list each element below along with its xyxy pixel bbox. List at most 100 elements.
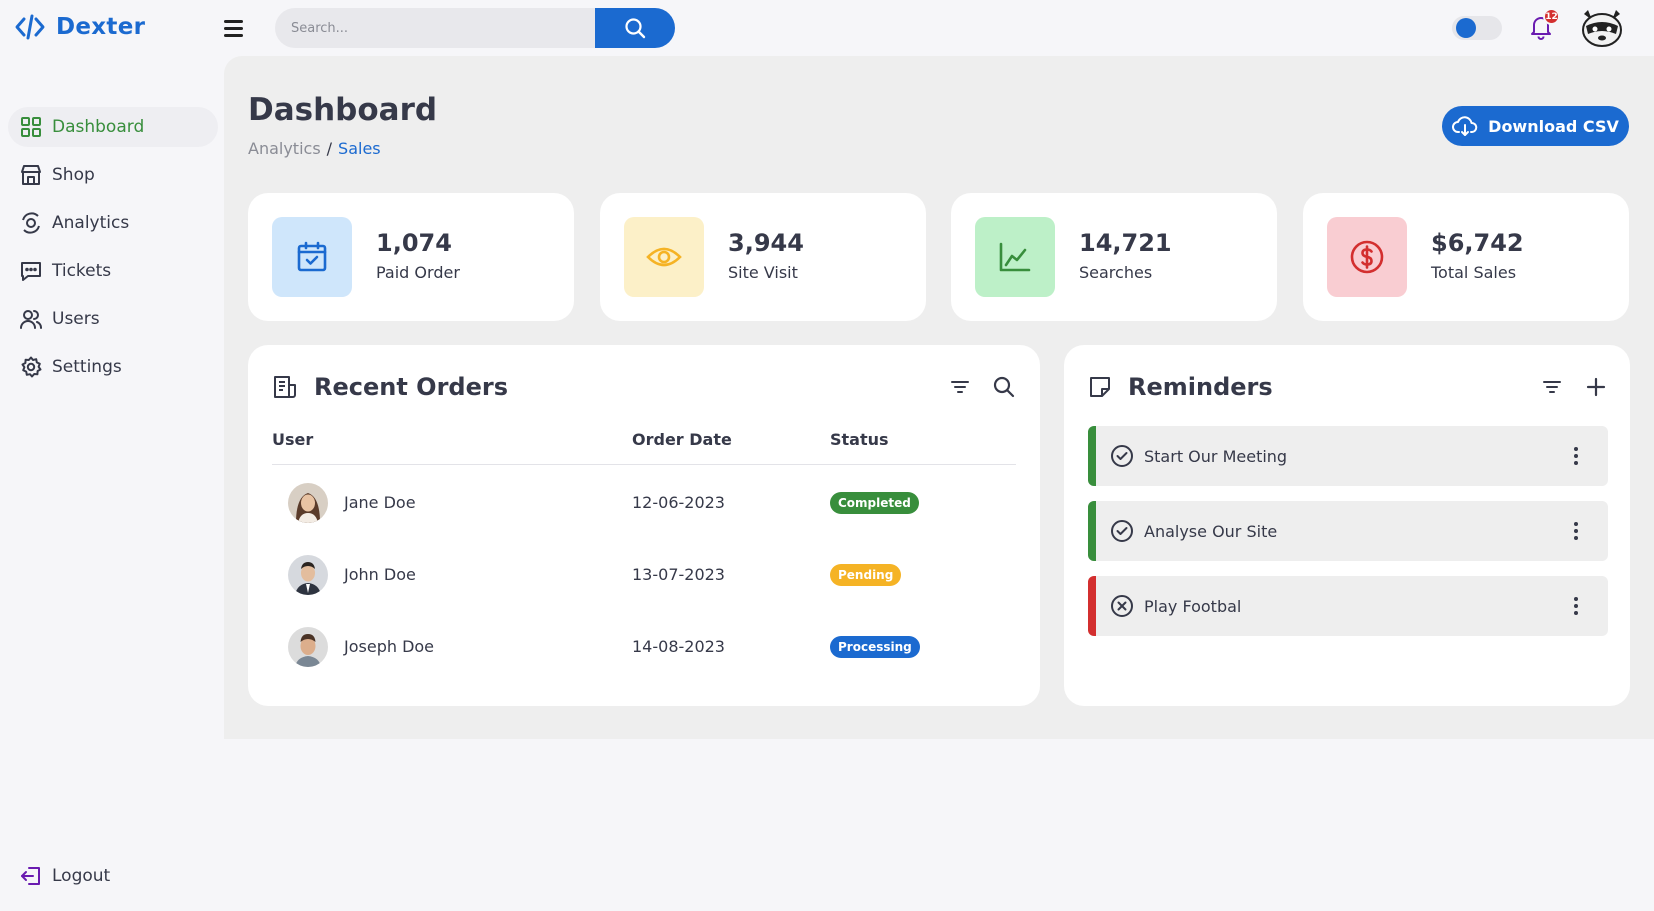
stat-label: Site Visit [728, 263, 798, 282]
sidebar-item-label: Users [52, 309, 100, 329]
notifications-button[interactable]: 12 [1526, 8, 1560, 42]
chat-icon [20, 260, 42, 282]
reminders-panel: Reminders Start Our Meeting Analyse Our … [1064, 345, 1630, 706]
code-icon [14, 12, 46, 42]
user-name: Jane Doe [344, 493, 416, 512]
search-button[interactable] [595, 8, 675, 48]
reminder-status-bar [1088, 501, 1096, 561]
sidebar: Dashboard Shop Analytics Tickets Users S… [0, 56, 224, 911]
more-vertical-icon[interactable] [1564, 594, 1588, 618]
stat-value: 1,074 [376, 229, 452, 257]
logout-icon [20, 865, 42, 887]
sticky-note-icon [1088, 375, 1112, 399]
stat-card-site-visit: 3,944 Site Visit [600, 193, 926, 321]
user-avatar [288, 483, 328, 523]
stat-value: 14,721 [1079, 229, 1172, 257]
toggle-knob [1456, 18, 1476, 38]
sidebar-item-tickets[interactable]: Tickets [8, 251, 218, 291]
reminders-header: Reminders [1088, 373, 1273, 401]
menu-icon-bar [224, 19, 243, 23]
table-row[interactable]: John Doe 13-07-2023 Pending [272, 545, 1016, 605]
brand-logo[interactable]: Dexter [14, 12, 145, 42]
breadcrumb-analytics[interactable]: Analytics [248, 139, 321, 158]
recent-orders-title: Recent Orders [314, 373, 508, 401]
menu-icon-bar [224, 26, 243, 30]
analytics-icon [20, 212, 42, 234]
check-circle-icon [1110, 519, 1134, 543]
receipt-icon [272, 374, 298, 400]
table-row[interactable]: Joseph Doe 14-08-2023 Processing [272, 617, 1016, 677]
grid-icon [20, 116, 42, 138]
check-circle-icon [1110, 444, 1134, 468]
sidebar-item-users[interactable]: Users [8, 299, 218, 339]
breadcrumb-sales[interactable]: Sales [338, 139, 381, 158]
user-name: Joseph Doe [344, 637, 435, 656]
recent-orders-header: Recent Orders [272, 373, 508, 401]
filter-icon[interactable] [948, 375, 972, 399]
status-badge: Pending [830, 564, 902, 586]
user-avatar [288, 627, 328, 667]
logout-button[interactable]: Logout [8, 856, 110, 896]
user-name: John Doe [344, 565, 416, 584]
status-badge: Processing [830, 636, 920, 658]
user-avatar [288, 555, 328, 595]
breadcrumb-separator: / [326, 139, 333, 158]
store-icon [20, 164, 42, 186]
reminder-item[interactable]: Start Our Meeting [1088, 426, 1608, 486]
stat-value: $6,742 [1431, 229, 1524, 257]
sidebar-item-shop[interactable]: Shop [8, 155, 218, 195]
notification-count-badge: 12 [1543, 8, 1560, 25]
eye-icon [624, 217, 704, 297]
brand-name: Dexter [56, 14, 146, 40]
add-icon[interactable] [1584, 375, 1608, 399]
download-csv-label: Download CSV [1488, 116, 1619, 136]
x-circle-icon [1110, 594, 1134, 618]
stat-value: 3,944 [728, 229, 804, 257]
users-icon [20, 308, 42, 330]
reminder-label: Analyse Our Site [1144, 521, 1278, 541]
sidebar-item-label: Shop [52, 165, 95, 185]
recent-orders-panel: Recent Orders User Order Date Status Jan… [248, 345, 1040, 706]
stat-card-searches: 14,721 Searches [951, 193, 1277, 321]
search-input[interactable] [275, 8, 595, 48]
sidebar-item-label: Tickets [52, 261, 112, 281]
column-header-user: User [272, 430, 314, 449]
column-header-order-date: Order Date [632, 430, 732, 449]
reminder-item[interactable]: Analyse Our Site [1088, 501, 1608, 561]
sidebar-item-settings[interactable]: Settings [8, 347, 218, 387]
order-date: 13-07-2023 [632, 565, 725, 584]
reminder-item[interactable]: Play Footbal [1088, 576, 1608, 636]
recent-orders-tools [948, 375, 1016, 399]
more-vertical-icon[interactable] [1564, 519, 1588, 543]
filter-icon[interactable] [1540, 375, 1564, 399]
search-icon [623, 16, 647, 40]
order-date: 14-08-2023 [632, 637, 725, 656]
page-title: Dashboard [248, 92, 438, 128]
gear-icon [20, 356, 42, 378]
breadcrumb: Analytics / Sales [248, 139, 381, 158]
reminders-title: Reminders [1128, 373, 1273, 401]
table-row[interactable]: Jane Doe 12-06-2023 Completed [272, 473, 1016, 533]
stat-card-total-sales: $6,742 Total Sales [1303, 193, 1629, 321]
table-divider [272, 464, 1016, 465]
reminder-label: Start Our Meeting [1144, 446, 1288, 466]
status-badge: Completed [830, 492, 919, 514]
order-date: 12-06-2023 [632, 493, 725, 512]
more-vertical-icon[interactable] [1564, 444, 1588, 468]
logout-label: Logout [52, 866, 111, 886]
sidebar-item-label: Dashboard [52, 117, 145, 137]
search-bar [275, 8, 675, 48]
download-csv-button[interactable]: Download CSV [1442, 106, 1629, 146]
theme-toggle[interactable] [1452, 16, 1502, 40]
stat-label: Total Sales [1431, 263, 1517, 282]
sidebar-item-analytics[interactable]: Analytics [8, 203, 218, 243]
top-bar: Dexter 12 [0, 0, 1654, 56]
cloud-download-icon [1452, 115, 1478, 137]
profile-avatar[interactable] [1580, 8, 1624, 48]
search-icon[interactable] [992, 375, 1016, 399]
reminders-tools [1540, 375, 1608, 399]
main-content: Dashboard Analytics / Sales Download CSV… [224, 56, 1654, 739]
sidebar-item-dashboard[interactable]: Dashboard [8, 107, 218, 147]
menu-toggle-button[interactable] [224, 16, 250, 40]
dollar-circle-icon [1327, 217, 1407, 297]
